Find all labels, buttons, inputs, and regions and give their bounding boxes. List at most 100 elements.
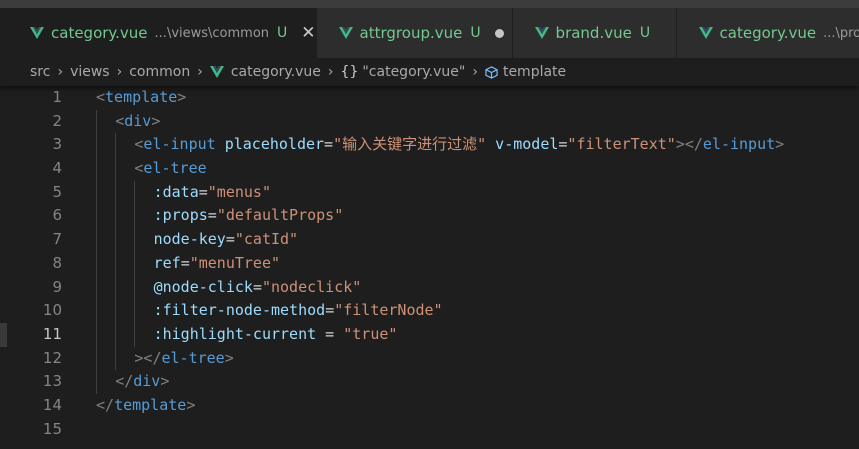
indent-guide (96, 157, 97, 181)
breadcrumb-item-template[interactable]: template (503, 64, 566, 80)
dot-icon[interactable] (494, 28, 504, 38)
code-text: :props="defaultProps" (154, 204, 344, 228)
indent-guide (96, 299, 97, 323)
tab-attrgroup-vue[interactable]: attrgroup.vue U (316, 8, 513, 58)
code-token: v-model (495, 135, 559, 154)
indent-guide (96, 204, 97, 229)
indent-guide (96, 251, 97, 276)
indent-guide (134, 275, 136, 300)
line-number: 11 (42, 324, 62, 343)
breadcrumb-item-file[interactable]: category.vue (231, 64, 321, 80)
breadcrumb-item-views[interactable]: views (70, 64, 110, 80)
code-token: :highlight-current (153, 324, 317, 343)
code-line[interactable]: 5:data="menus" (0, 180, 859, 205)
code-token: @node-click (153, 277, 253, 296)
line-number: 13 (42, 372, 62, 391)
code-line[interactable]: 11 :highlight-current = "true" (0, 322, 859, 347)
indent-guide (115, 346, 117, 371)
code-line[interactable]: 3 <el-input placeholder="输入关键字进行过滤" v-mod… (0, 133, 859, 158)
line-number: 15 (42, 419, 62, 438)
code-editor[interactable]: 1 <template> 2 <div> 3 <el-input placeholder=… (0, 86, 859, 449)
indent-guide (96, 275, 97, 300)
code-token: = (324, 135, 334, 154)
breadcrumb-item-src[interactable]: src (30, 64, 50, 80)
line-number: 6 (52, 206, 62, 225)
tab-filename: attrgroup.vue (359, 24, 463, 42)
code-text: </template> (96, 394, 195, 418)
indent-guide (115, 299, 117, 323)
tab-path: ...\views\common (154, 25, 270, 41)
vue-icon (338, 27, 353, 39)
code-token: el-input (143, 135, 216, 154)
code-text: ref="menuTree" (154, 252, 280, 276)
code-token: "defaultProps" (216, 206, 344, 225)
code-token: "catId" (234, 230, 299, 249)
vue-icon (30, 27, 44, 39)
code-text: <el-tree (134, 157, 206, 181)
chevron-right-icon: › (327, 64, 334, 80)
code-line[interactable]: 15 (0, 418, 859, 442)
tab-category-vue-product[interactable]: category.vue ...\produ (676, 8, 859, 58)
code-line[interactable]: 9 @node-click="nodeclick" (0, 275, 859, 300)
indent-guide (115, 228, 117, 252)
code-token: placeholder (224, 135, 325, 154)
code-token: :filter-node-method (153, 301, 326, 320)
code-token: ref (153, 253, 181, 272)
code-line[interactable]: 1 <template> (0, 86, 859, 110)
breadcrumb-item-common[interactable]: common (129, 64, 190, 80)
code-line[interactable]: 14 </template> (0, 394, 859, 418)
tab-filename: brand.vue (555, 24, 632, 42)
line-number: 8 (52, 253, 62, 272)
tab-category-vue-common[interactable]: category.vue ...\views\common U ✕ (0, 8, 317, 58)
code-text: :filter-node-method="filterNode" (154, 299, 443, 323)
code-token: </ (96, 395, 115, 414)
code-token: = (225, 230, 235, 249)
code-text: <el-input placeholder="输入关键字进行过滤" v-mode… (134, 133, 784, 157)
code-line[interactable]: 7 node-key="catId" (0, 228, 859, 252)
code-token: node-key (153, 230, 226, 249)
code-line[interactable]: 10:filter-node-method="filterNode" (0, 299, 859, 323)
braces-icon: {} (340, 64, 359, 80)
code-text: <div> (115, 110, 160, 134)
code-token: > (151, 111, 161, 130)
indent-guide (134, 322, 136, 347)
code-token: = (252, 277, 262, 296)
code-text: @node-click="nodeclick" (154, 276, 362, 300)
indent-guide (134, 299, 136, 323)
close-icon[interactable]: ✕ (301, 23, 315, 43)
code-token: = (198, 182, 208, 201)
vue-icon (209, 66, 224, 78)
line-number: 1 (52, 88, 62, 106)
code-token: "true" (343, 324, 398, 343)
code-line[interactable]: 12 ></el-tree> (0, 346, 859, 371)
code-line[interactable]: 6 :props="defaultProps" (0, 204, 859, 229)
chevron-right-icon: › (57, 64, 64, 80)
code-token: > (177, 88, 187, 106)
code-line[interactable]: 8 ref="menuTree" (0, 251, 859, 276)
indent-guide (115, 251, 117, 276)
code-token: < (115, 111, 125, 130)
code-token: ></ (134, 348, 162, 367)
tab-filename: category.vue (719, 24, 817, 42)
chevron-right-icon: › (116, 64, 123, 80)
tab-brand-vue[interactable]: brand.vue U (512, 8, 677, 58)
code-text: node-key="catId" (154, 228, 299, 252)
code-line[interactable]: 2 <div> (0, 109, 859, 134)
indent-guide (115, 275, 117, 300)
code-token: "输入关键字进行过滤" (333, 135, 487, 154)
code-line[interactable]: 4 <el-tree (0, 157, 859, 181)
code-text: :data="menus" (154, 181, 271, 205)
breadcrumb-item-symbol[interactable]: "category.vue" (362, 64, 465, 80)
code-token: < (96, 88, 106, 106)
code-token: :data (153, 182, 199, 201)
code-line[interactable]: 13 </div> (0, 370, 859, 394)
indent-guide (115, 180, 117, 205)
editor-tab-bar: category.vue ...\views\common U ✕ attrgr… (0, 8, 859, 58)
code-token: el-tree (143, 159, 207, 178)
code-token: "menus" (207, 182, 271, 201)
code-token: div (133, 372, 161, 391)
code-text: :highlight-current = "true" (154, 323, 398, 347)
code-token: "nodeclick" (261, 277, 362, 296)
